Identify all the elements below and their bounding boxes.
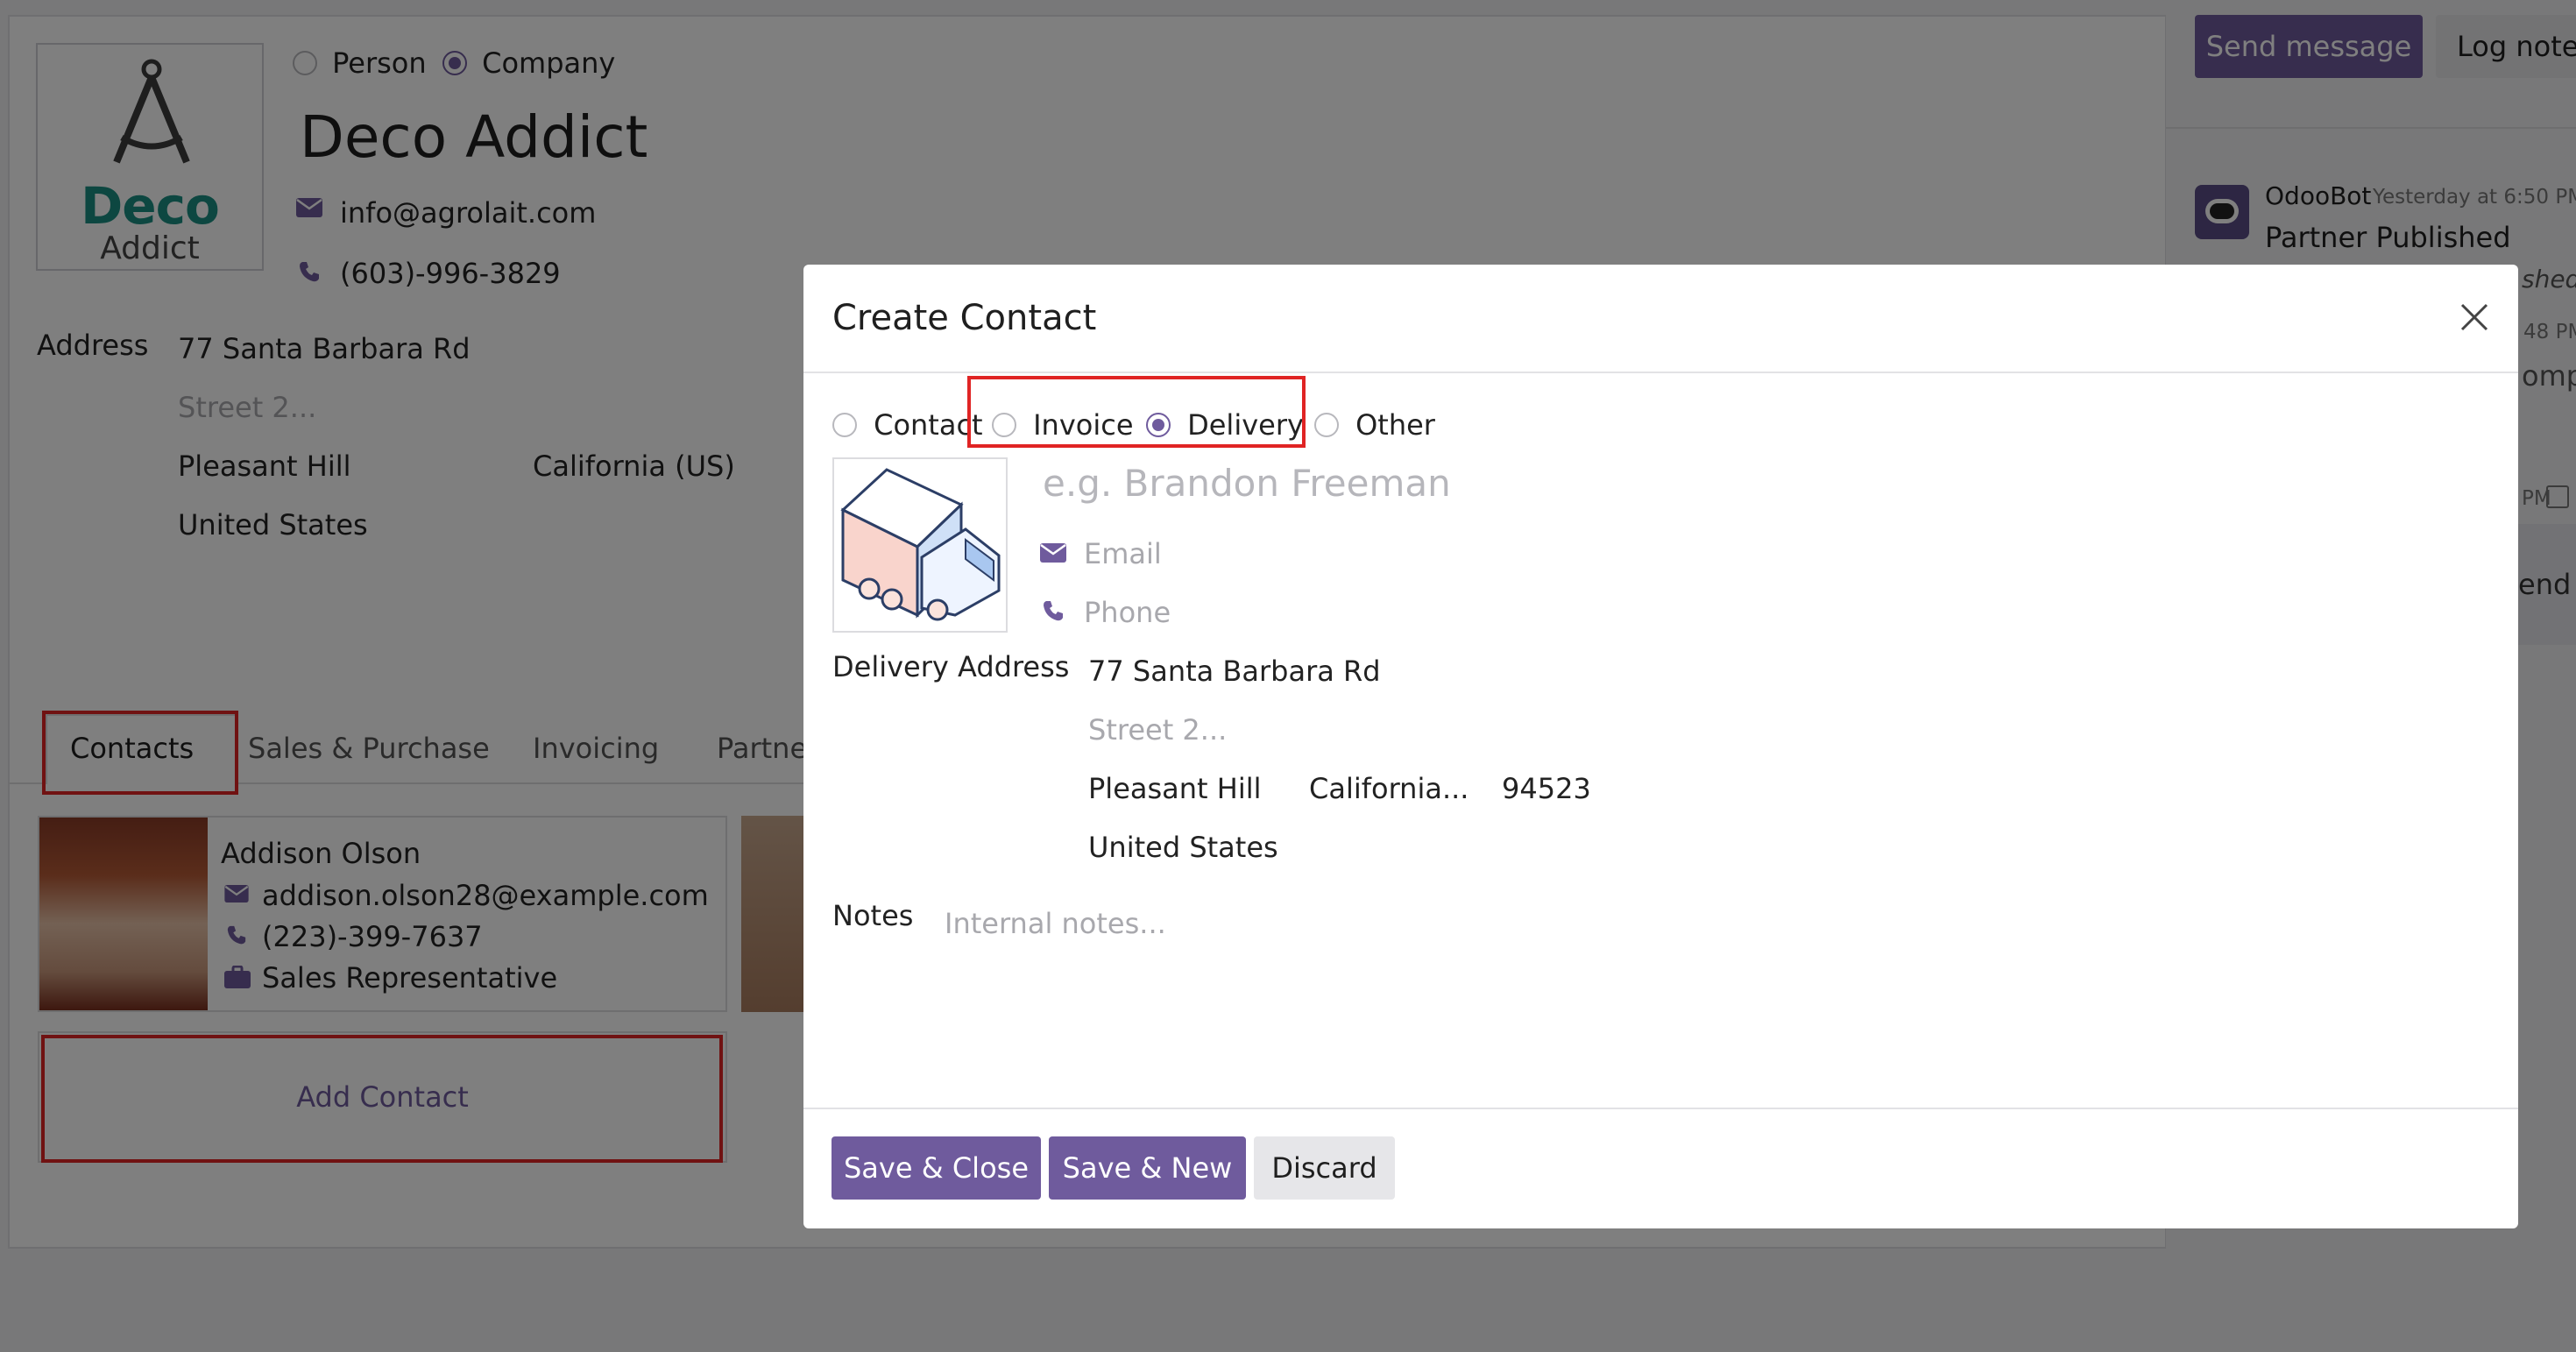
radio-contact[interactable] [832,413,857,437]
dialog-state[interactable]: California... [1309,772,1468,805]
dialog-country[interactable]: United States [1088,831,1278,864]
save-close-button[interactable]: Save & Close [832,1136,1041,1200]
contact-name-input[interactable]: e.g. Brandon Freeman [1043,462,1451,505]
phone-input[interactable]: Phone [1084,596,1171,629]
dialog-zip[interactable]: 94523 [1502,772,1591,805]
delivery-truck-icon [840,468,1001,621]
highlight-invoice-delivery [967,376,1306,448]
dialog-title: Create Contact [832,298,1097,338]
close-icon[interactable] [2448,291,2501,343]
type-other-label: Other [1355,408,1435,442]
save-new-button[interactable]: Save & New [1049,1136,1246,1200]
dialog-city[interactable]: Pleasant Hill [1088,772,1262,805]
envelope-icon [1040,543,1066,566]
email-input[interactable]: Email [1084,537,1162,570]
notes-label: Notes [832,899,914,932]
dialog-street[interactable]: 77 Santa Barbara Rd [1088,655,1381,688]
radio-other[interactable] [1314,413,1339,437]
discard-button[interactable]: Discard [1254,1136,1395,1200]
notes-input[interactable]: Internal notes... [945,907,1166,940]
type-other[interactable]: Other [1314,408,1435,442]
contact-image[interactable] [832,457,1008,633]
type-contact[interactable]: Contact [832,408,983,442]
dialog-header: Create Contact [803,265,2518,373]
delivery-address-label: Delivery Address [832,650,1070,683]
dialog-street2[interactable]: Street 2... [1088,713,1227,747]
create-contact-dialog: Create Contact Contact Invoice Delivery … [803,265,2518,1228]
phone-icon [1042,599,1065,626]
type-contact-label: Contact [874,408,983,442]
